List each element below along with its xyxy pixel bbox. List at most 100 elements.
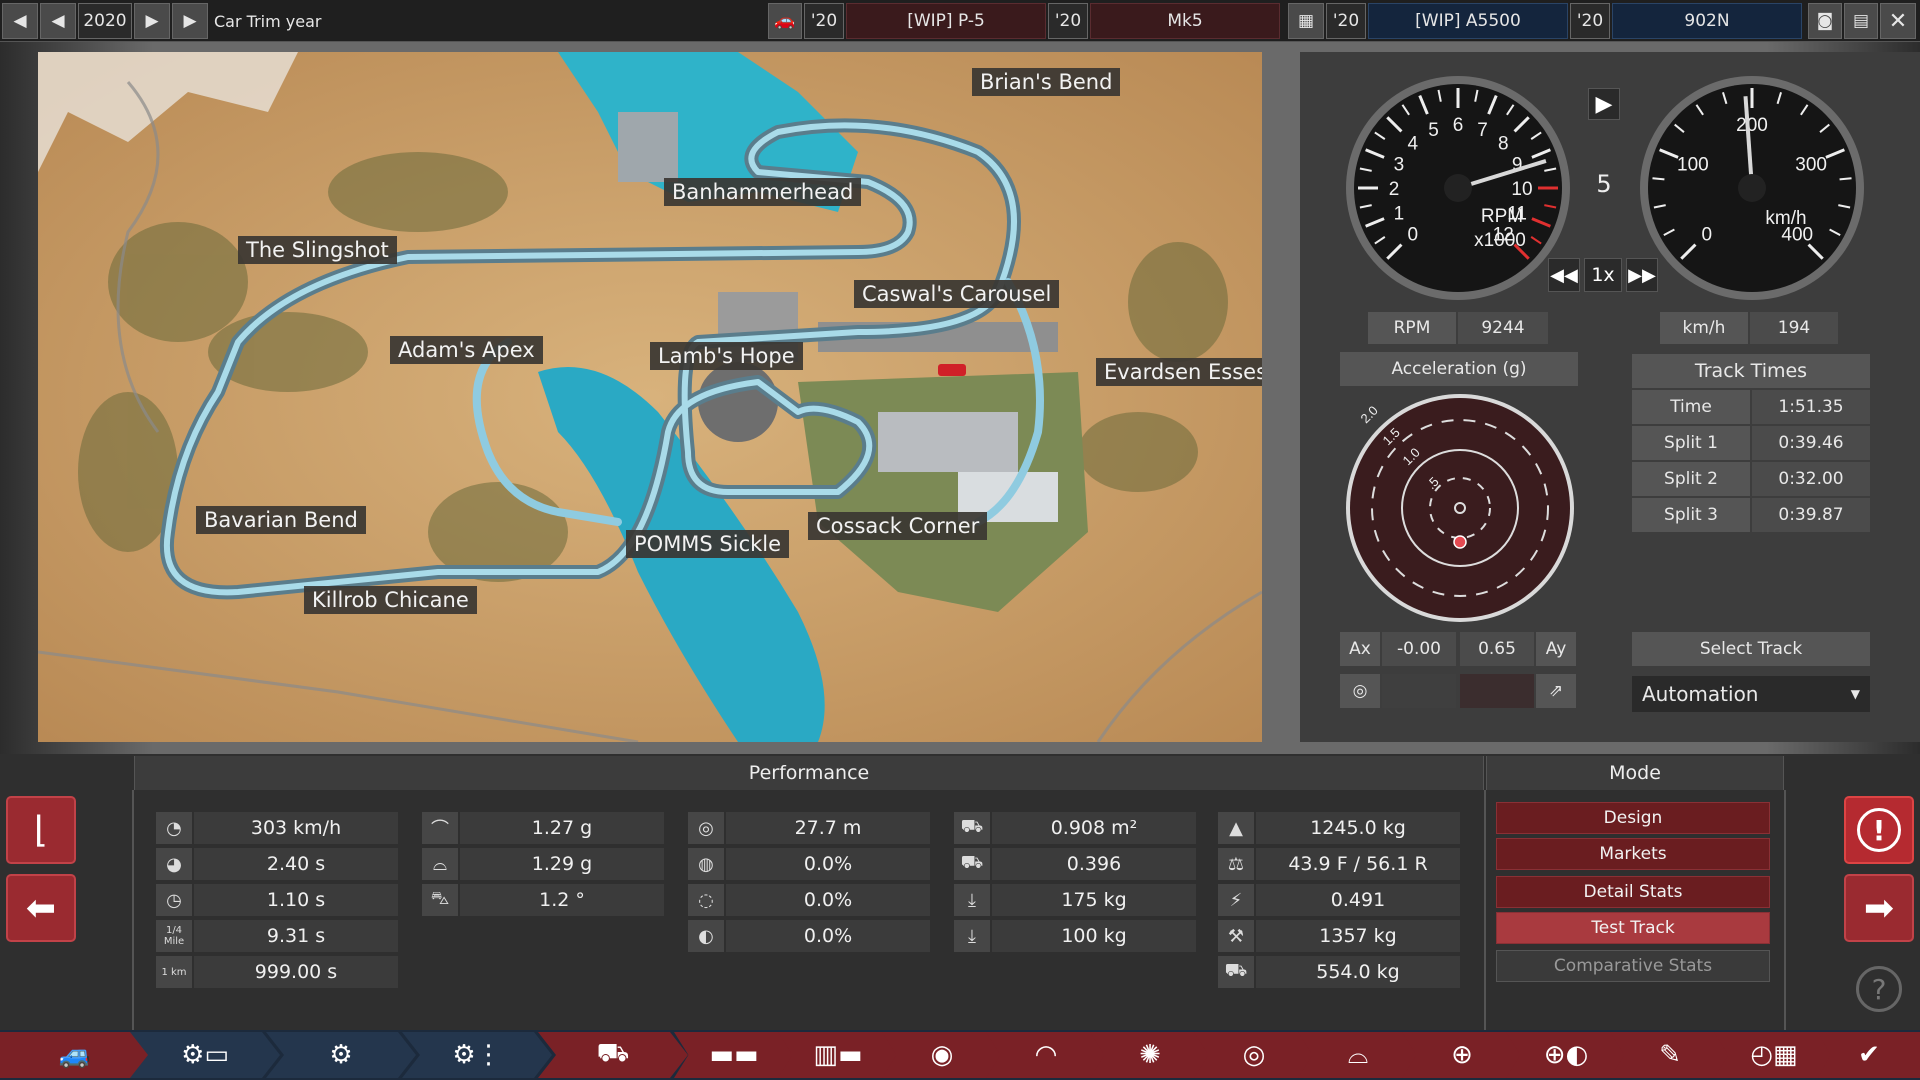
quarter-mile-icon: 1/4 Mile xyxy=(156,920,192,952)
tab-testing[interactable]: ◴▦ xyxy=(1714,1032,1834,1078)
next-year-button[interactable]: ▶ xyxy=(134,3,170,39)
fast-forward-button[interactable]: ▶▶ xyxy=(1626,258,1658,292)
track-label: Killrob Chicane xyxy=(304,586,477,614)
tab-aero[interactable]: ⌓ xyxy=(1298,1032,1418,1078)
chevron-down-icon: ▼ xyxy=(1850,687,1860,701)
rpm-scale: x1000 xyxy=(1474,230,1526,251)
tab-tuning[interactable]: ✎ xyxy=(1610,1032,1730,1078)
reset-view-button[interactable]: ⌊ xyxy=(6,796,76,864)
track-label: Adam's Apex xyxy=(390,336,543,364)
speed-unit: km/h xyxy=(1765,208,1806,229)
chassis-icon: ⚙▭ xyxy=(181,1040,229,1070)
gauge-tick xyxy=(1652,177,1665,181)
tab-tires[interactable]: ◠ xyxy=(986,1032,1106,1078)
skip-forward-button[interactable]: ▶ xyxy=(172,3,208,39)
calculator-button[interactable]: ▤ xyxy=(1844,3,1878,39)
seats-icon: ▬▬ xyxy=(709,1040,759,1070)
close-button[interactable]: ✕ xyxy=(1880,3,1916,39)
warning-button[interactable]: ! xyxy=(1844,796,1914,864)
top-speed-icon: ◔ xyxy=(156,812,192,844)
tab-brakes[interactable]: ◎ xyxy=(1194,1032,1314,1078)
tab-lights[interactable]: ◉ xyxy=(882,1032,1002,1078)
g-ring-label: 2.0 xyxy=(1358,403,1381,426)
mode-detail-stats-button[interactable]: Detail Stats xyxy=(1496,876,1770,908)
car1-model-selector[interactable]: [WIP] P-5 xyxy=(846,3,1046,39)
drag-icon: ⛟ xyxy=(954,848,990,880)
divider xyxy=(1484,790,1486,1030)
mode-markets-button[interactable]: Markets xyxy=(1496,838,1770,870)
divider xyxy=(132,790,134,1030)
next-button[interactable]: ➡ xyxy=(1844,874,1914,942)
car2-model-selector[interactable]: [WIP] A5500 xyxy=(1368,3,1568,39)
tab-steering[interactable]: ⊕ xyxy=(1402,1032,1522,1078)
track-label: POMMS Sickle xyxy=(626,530,790,558)
rewind-button[interactable]: ◀◀ xyxy=(1548,258,1580,292)
cornering-icon: ⌒ xyxy=(422,812,458,844)
select-track-button[interactable]: Select Track xyxy=(1632,632,1870,666)
stat-value: 0.0% xyxy=(726,920,930,952)
tab-car-body[interactable]: 🚙 xyxy=(0,1032,150,1078)
brake-bar xyxy=(1382,674,1456,708)
tab-chassis[interactable]: ⚙▭ xyxy=(130,1032,280,1078)
car1-trim-year: '20 xyxy=(1048,3,1088,39)
brake-icon: ◎ xyxy=(1242,1040,1266,1070)
track-label: Bavarian Bend xyxy=(196,506,366,534)
car-body-icon: 🚙 xyxy=(58,1040,92,1070)
prev-year-button[interactable]: ◀ xyxy=(40,3,76,39)
stat-value: 999.00 s xyxy=(194,956,398,988)
stat-value: 1.29 g xyxy=(460,848,664,880)
mode-design-button[interactable]: Design xyxy=(1496,802,1770,834)
tab-suspension[interactable]: ⚙ xyxy=(266,1032,416,1078)
back-arrow-icon: ⬅ xyxy=(25,887,57,929)
track-label: Banhammerhead xyxy=(664,178,862,206)
track-label: Evardsen Esses xyxy=(1096,358,1262,386)
car2-trim-selector[interactable]: 902N xyxy=(1612,3,1802,39)
speed-multiplier[interactable]: 1x xyxy=(1584,258,1622,292)
left-arrow-icon: ◀ xyxy=(51,11,65,31)
tab-drive-assists[interactable]: ⊕◐ xyxy=(1506,1032,1626,1078)
mode-comparative-stats-button[interactable]: Comparative Stats xyxy=(1496,950,1770,982)
tab-wheels[interactable]: ✺ xyxy=(1090,1032,1210,1078)
stat-value: 1.27 g xyxy=(460,812,664,844)
tab-body-design[interactable]: ⛟ xyxy=(538,1032,688,1078)
screenshot-button[interactable]: ◙ xyxy=(1808,3,1842,39)
track-dropdown[interactable]: Automation ▼ xyxy=(1632,676,1870,712)
brake-heat-icon: ◌ xyxy=(688,884,724,916)
play-button[interactable]: ▶ xyxy=(1588,88,1620,120)
ax-value: -0.00 xyxy=(1382,632,1456,666)
gear-shift-icon: ⇗ xyxy=(1548,681,1564,701)
track-map[interactable]: Brian's Bend Banhammerhead The Slingshot… xyxy=(38,52,1262,742)
weight-distribution-icon: ⚖ xyxy=(1218,848,1254,880)
gear-toggle[interactable]: ⇗ xyxy=(1536,674,1576,708)
tab-drivetrain[interactable]: ⚙⋮ xyxy=(402,1032,552,1078)
tab-fixtures[interactable]: ▥▬ xyxy=(778,1032,898,1078)
mode-test-track-button[interactable]: Test Track xyxy=(1496,912,1770,944)
car-icon: 🚗 xyxy=(774,11,796,31)
help-button[interactable]: ? xyxy=(1856,966,1902,1012)
stat-value: 100 kg xyxy=(992,920,1196,952)
trim-year-label: Car Trim year xyxy=(214,11,322,31)
back-button[interactable]: ⬅ xyxy=(6,874,76,942)
gauge-number: 5 xyxy=(1428,120,1439,141)
track-label: Brian's Bend xyxy=(972,68,1121,96)
steering-icon: ⊕ xyxy=(1451,1040,1473,1070)
tab-interior[interactable]: ▬▬ xyxy=(674,1032,794,1078)
tab-finish[interactable]: ✔ xyxy=(1818,1032,1920,1078)
fixtures-icon: ▥▬ xyxy=(813,1040,863,1070)
gauge-number: 0 xyxy=(1701,224,1712,245)
headlight-icon: ◉ xyxy=(930,1040,954,1070)
rpm-value: 9244 xyxy=(1458,312,1548,344)
alert-icon: ! xyxy=(1857,808,1901,852)
track-dropdown-value: Automation xyxy=(1642,682,1759,706)
car1-trim-selector[interactable]: Mk5 xyxy=(1090,3,1280,39)
car-compare-button[interactable]: 🚗 xyxy=(768,3,802,39)
engine-compare-button[interactable]: ▦ xyxy=(1288,3,1324,39)
frontal-area-icon: ⛟ xyxy=(954,812,990,844)
suspension-icon: ⚙ xyxy=(329,1040,353,1070)
brake-toggle[interactable]: ◎ xyxy=(1340,674,1380,708)
close-icon: ✕ xyxy=(1888,8,1908,34)
stat-value: 43.9 F / 56.1 R xyxy=(1256,848,1460,880)
calculator-icon: ▤ xyxy=(1852,11,1870,31)
towing-icon: ⚒ xyxy=(1218,920,1254,952)
skip-back-button[interactable]: ◀ xyxy=(2,3,38,39)
